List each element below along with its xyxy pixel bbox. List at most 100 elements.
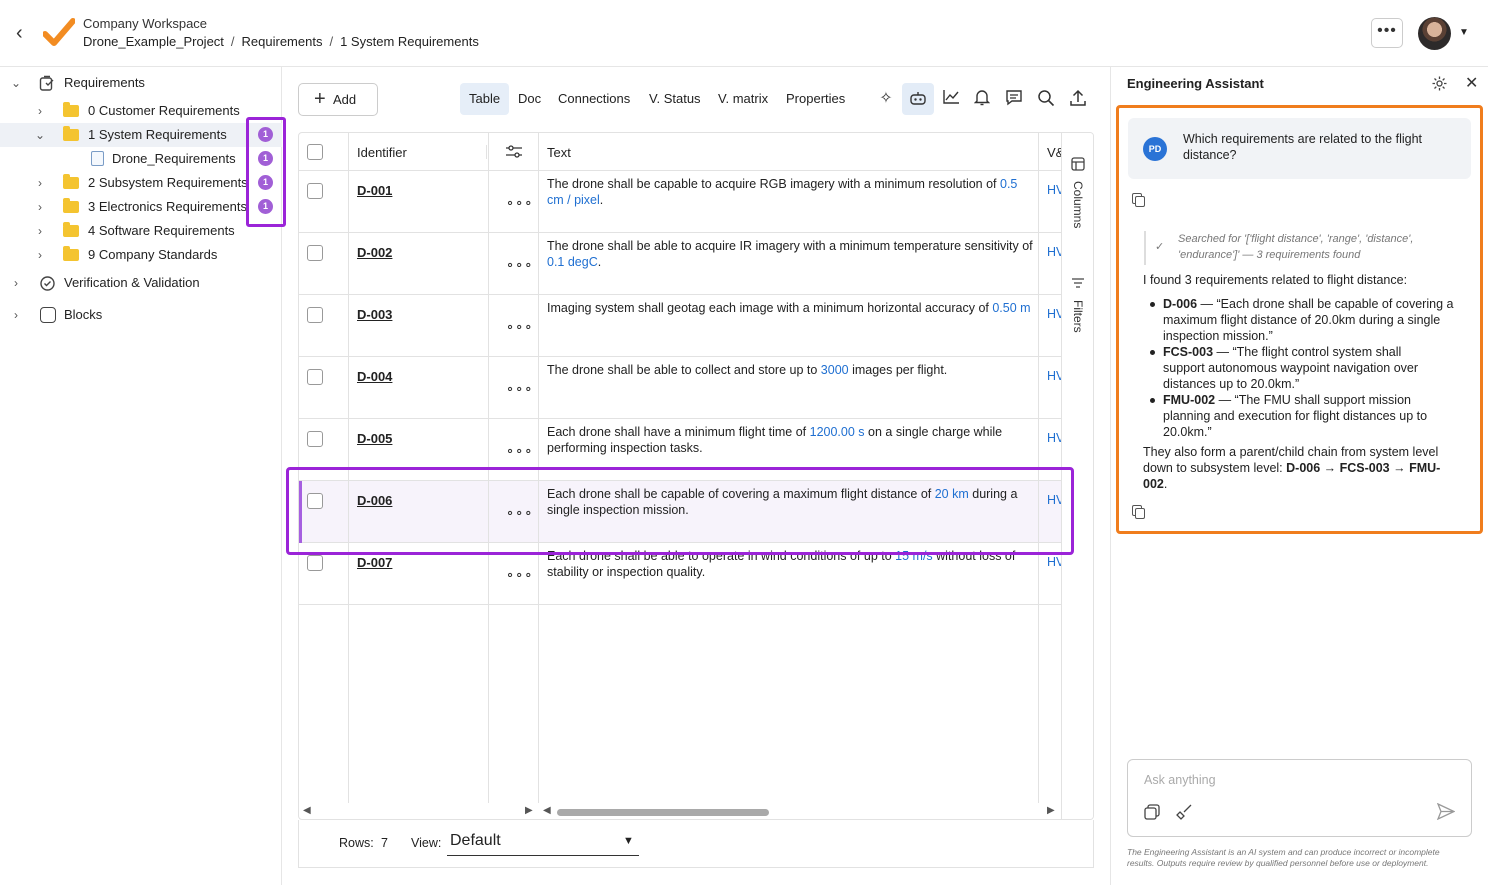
chevron-right-icon[interactable]: ›: [33, 243, 47, 267]
chevron-down-icon[interactable]: ▼: [1459, 27, 1469, 38]
requirement-text[interactable]: The drone shall be able to collect and s…: [547, 362, 1035, 378]
sidebar-item-company-standards[interactable]: › 9 Company Standards: [0, 243, 282, 267]
row-menu-icon[interactable]: ∘∘∘: [506, 319, 533, 335]
comment-icon[interactable]: [1004, 89, 1024, 109]
chevron-right-icon[interactable]: ›: [33, 171, 47, 195]
tab-connections[interactable]: Connections: [549, 83, 639, 115]
sparkle-icon[interactable]: ✧: [876, 89, 896, 109]
copy-icon[interactable]: [1132, 193, 1145, 207]
columns-tab[interactable]: Columns: [1071, 181, 1085, 228]
select-all-checkbox[interactable]: [307, 144, 323, 160]
row-menu-icon[interactable]: ∘∘∘: [506, 381, 533, 397]
close-icon[interactable]: ✕: [1465, 73, 1478, 93]
requirement-text[interactable]: The drone shall be capable to acquire RG…: [547, 176, 1035, 208]
search-icon[interactable]: [1036, 89, 1056, 109]
sidebar-item-verification-validation[interactable]: › Verification & Validation: [0, 271, 282, 295]
chevron-down-icon[interactable]: ⌄: [33, 123, 47, 147]
upload-icon[interactable]: [1068, 89, 1088, 109]
bell-icon[interactable]: [972, 89, 992, 109]
row-menu-icon[interactable]: ∘∘∘: [506, 195, 533, 211]
back-arrow-icon[interactable]: ‹: [16, 22, 36, 44]
view-select[interactable]: Default ▼: [447, 826, 639, 856]
requirement-text[interactable]: Each drone shall have a minimum flight t…: [547, 424, 1035, 456]
filters-tab[interactable]: Filters: [1071, 300, 1085, 333]
row-checkbox[interactable]: [307, 307, 323, 323]
sidebar-item-subsystem-requirements[interactable]: › 2 Subsystem Requirements 1: [0, 171, 282, 195]
requirement-id[interactable]: D-002: [357, 245, 392, 260]
sidebar-item-drone-requirements[interactable]: Drone_Requirements 1: [0, 147, 282, 171]
requirement-id[interactable]: D-001: [357, 183, 392, 198]
column-settings-icon[interactable]: [505, 144, 523, 160]
user-avatar[interactable]: [1418, 17, 1451, 50]
requirement-text-part: Each drone shall have a minimum flight t…: [547, 425, 810, 439]
scroll-left-icon[interactable]: ◀: [303, 805, 311, 816]
scroll-right-icon[interactable]: ▶: [525, 805, 533, 816]
copy-icon[interactable]: [1132, 505, 1145, 519]
clean-brush-icon[interactable]: [1176, 803, 1193, 820]
sidebar-item-system-requirements[interactable]: ⌄ 1 System Requirements 1: [0, 123, 282, 147]
add-button[interactable]: + Add: [298, 83, 378, 116]
result-id[interactable]: FCS-003: [1163, 345, 1213, 359]
requirement-id[interactable]: D-003: [357, 307, 392, 322]
tab-table[interactable]: Table: [460, 83, 510, 115]
chevron-right-icon[interactable]: ›: [9, 271, 23, 295]
requirement-text-part: The drone shall be able to acquire IR im…: [547, 239, 1033, 253]
requirement-text[interactable]: The drone shall be able to acquire IR im…: [547, 238, 1035, 270]
sidebar-item-requirements[interactable]: ⌄ Requirements: [0, 71, 282, 95]
columns-icon[interactable]: [1071, 157, 1085, 171]
row-menu-icon[interactable]: ∘∘∘: [506, 567, 533, 583]
breadcrumb-current[interactable]: 1 System Requirements: [340, 34, 479, 49]
requirement-value[interactable]: 3000: [821, 363, 849, 377]
requirement-id[interactable]: D-007: [357, 555, 392, 570]
table-row[interactable]: D-001 ∘∘∘ The drone shall be capable to ac…: [299, 171, 1064, 233]
row-checkbox[interactable]: [307, 431, 323, 447]
row-checkbox[interactable]: [307, 183, 323, 199]
send-icon[interactable]: [1437, 803, 1455, 820]
table-row[interactable]: D-004 ∘∘∘ The drone shall be able to colle…: [299, 357, 1064, 419]
row-menu-icon[interactable]: ∘∘∘: [506, 443, 533, 459]
requirement-value[interactable]: 1200.00 s: [810, 425, 865, 439]
robot-icon[interactable]: [902, 83, 934, 115]
scrollbar-thumb[interactable]: [557, 809, 769, 816]
sidebar-item-software-requirements[interactable]: › 4 Software Requirements: [0, 219, 282, 243]
breadcrumb-requirements[interactable]: Requirements: [242, 34, 323, 49]
requirement-value[interactable]: 0.1 degC: [547, 255, 598, 269]
chevron-down-icon[interactable]: ⌄: [9, 71, 23, 95]
more-options-button[interactable]: •••: [1371, 18, 1403, 48]
requirement-value[interactable]: 0.50 m: [992, 301, 1030, 315]
row-menu-icon[interactable]: ∘∘∘: [506, 257, 533, 273]
ask-input[interactable]: [1127, 759, 1472, 837]
sidebar-item-customer-requirements[interactable]: › 0 Customer Requirements: [0, 99, 282, 123]
library-icon[interactable]: [1144, 804, 1161, 820]
header-identifier[interactable]: Identifier: [357, 145, 407, 160]
row-highlight-box: [286, 467, 1074, 555]
row-checkbox[interactable]: [307, 555, 323, 571]
chevron-right-icon[interactable]: ›: [9, 303, 23, 327]
table-row[interactable]: D-002 ∘∘∘ The drone shall be able to acqui…: [299, 233, 1064, 295]
tab-v-matrix[interactable]: V. matrix: [709, 83, 777, 115]
requirement-id[interactable]: D-005: [357, 431, 392, 446]
chevron-right-icon[interactable]: ›: [33, 195, 47, 219]
horizontal-scrollbar[interactable]: ◀ ▶ ◀ ▶: [299, 803, 1061, 819]
chevron-right-icon[interactable]: ›: [33, 219, 47, 243]
scroll-left-icon[interactable]: ◀: [543, 805, 551, 816]
scroll-right-icon[interactable]: ▶: [1047, 805, 1055, 816]
breadcrumb-project[interactable]: Drone_Example_Project: [83, 34, 224, 49]
table-row[interactable]: D-003 ∘∘∘ Imaging system shall geotag each…: [299, 295, 1064, 357]
result-id[interactable]: FMU-002: [1163, 393, 1215, 407]
gear-icon[interactable]: [1431, 75, 1448, 92]
tab-properties[interactable]: Properties: [777, 83, 854, 115]
result-id[interactable]: D-006: [1163, 297, 1197, 311]
sidebar-item-blocks[interactable]: › Blocks: [0, 303, 282, 327]
row-checkbox[interactable]: [307, 369, 323, 385]
requirement-id[interactable]: D-004: [357, 369, 392, 384]
chevron-right-icon[interactable]: ›: [33, 99, 47, 123]
chart-icon[interactable]: [941, 89, 961, 109]
tab-v-status[interactable]: V. Status: [640, 83, 710, 115]
header-text[interactable]: Text: [547, 145, 571, 160]
tab-doc[interactable]: Doc: [509, 83, 550, 115]
filter-icon[interactable]: [1071, 277, 1085, 289]
row-checkbox[interactable]: [307, 245, 323, 261]
requirement-text[interactable]: Imaging system shall geotag each image w…: [547, 300, 1035, 316]
sidebar-item-electronics-requirements[interactable]: › 3 Electronics Requirements 1: [0, 195, 282, 219]
